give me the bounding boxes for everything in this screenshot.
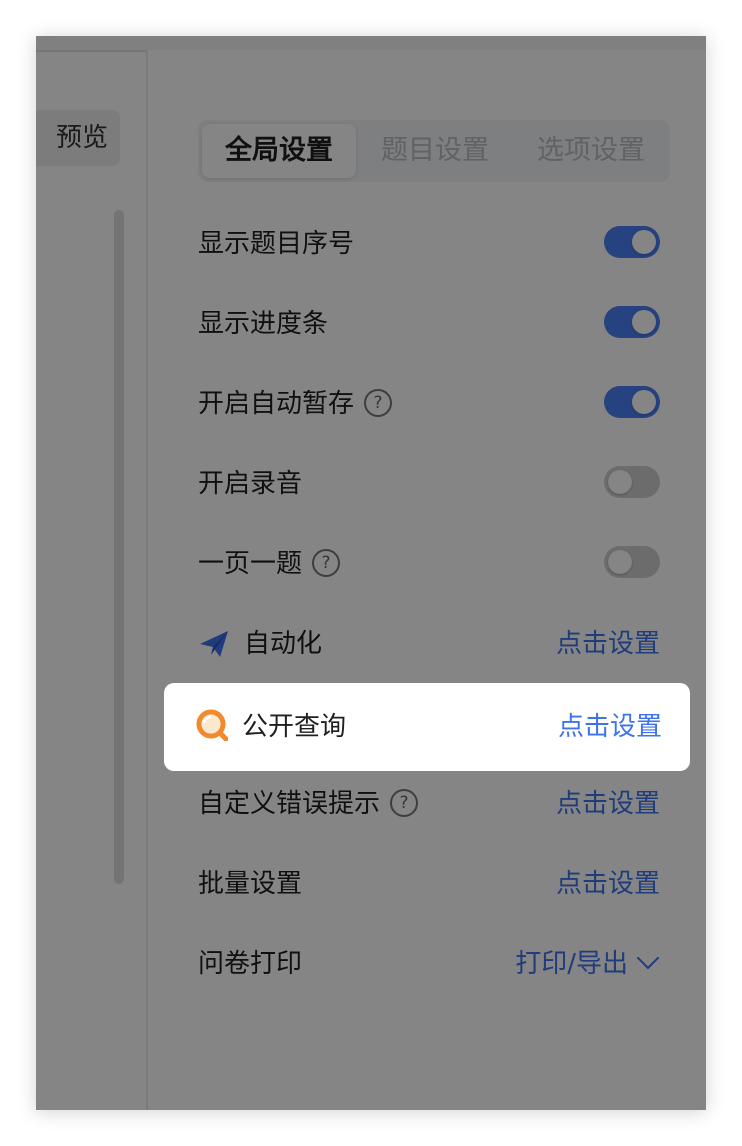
one-per-page-toggle[interactable] [604,546,660,578]
setting-row-show-progress: 显示进度条 [198,298,660,350]
setting-row-public-query: 公开查询 点击设置 [164,683,690,771]
setting-label: 自定义错误提示? [198,778,419,830]
batch-label: 批量设置 [198,869,303,899]
search-icon [196,709,228,741]
show-number-toggle[interactable] [604,226,660,258]
setting-row-custom-error: 自定义错误提示? 点击设置 [198,778,660,830]
tab-question-settings[interactable]: 题目设置 [358,124,512,178]
public-query-label: 公开查询 [242,712,347,742]
setting-label: 开启录音 [198,469,303,499]
setting-row-batch: 批量设置 点击设置 [198,858,660,910]
automation-label: 自动化 [244,629,323,659]
help-icon[interactable]: ? [390,788,419,817]
print-export-label: 打印/导出 [515,949,628,979]
setting-label: 显示题目序号 [198,229,355,259]
setting-row-one-per-page: 一页一题? [198,538,660,590]
scrollbar[interactable] [114,210,124,884]
show-progress-toggle[interactable] [604,306,660,338]
setting-row-show-number: 显示题目序号 [198,218,660,270]
tab-option-settings[interactable]: 选项设置 [514,124,668,178]
auto-save-toggle[interactable] [604,386,660,418]
help-icon[interactable]: ? [364,388,393,417]
paper-plane-icon [200,631,228,657]
help-icon[interactable]: ? [312,548,341,577]
batch-settings-link[interactable]: 点击设置 [556,858,660,910]
setting-label: 一页一题? [198,538,341,590]
editor-pane: 预览 [36,50,146,1110]
preview-button[interactable]: 预览 [36,110,120,166]
toggle-knob [632,310,656,334]
setting-row-recording: 开启录音 [198,458,660,510]
print-export-dropdown[interactable]: 打印/导出 [515,938,660,990]
toggle-knob [632,390,656,414]
automation-settings-link[interactable]: 点击设置 [556,618,660,670]
setting-row-auto-save: 开启自动暂存? [198,378,660,430]
toggle-knob [608,550,632,574]
settings-tabs: 全局设置 题目设置 选项设置 [198,120,670,182]
toggle-knob [632,230,656,254]
setting-label: 开启自动暂存? [198,378,393,430]
custom-error-settings-link[interactable]: 点击设置 [556,778,660,830]
setting-label: 显示进度条 [198,309,329,339]
public-query-settings-link[interactable]: 点击设置 [558,701,662,753]
setting-row-automation: 自动化 点击设置 [198,618,660,670]
toggle-knob [608,470,632,494]
tab-global-settings[interactable]: 全局设置 [202,124,356,178]
chevron-down-icon [636,946,660,970]
setting-row-print: 问卷打印 打印/导出 [198,938,660,990]
print-label: 问卷打印 [198,949,303,979]
app-window: 预览 全局设置 题目设置 选项设置 显示题目序号 显示进度条 开启自动暂存? 开… [36,36,706,1110]
recording-toggle[interactable] [604,466,660,498]
